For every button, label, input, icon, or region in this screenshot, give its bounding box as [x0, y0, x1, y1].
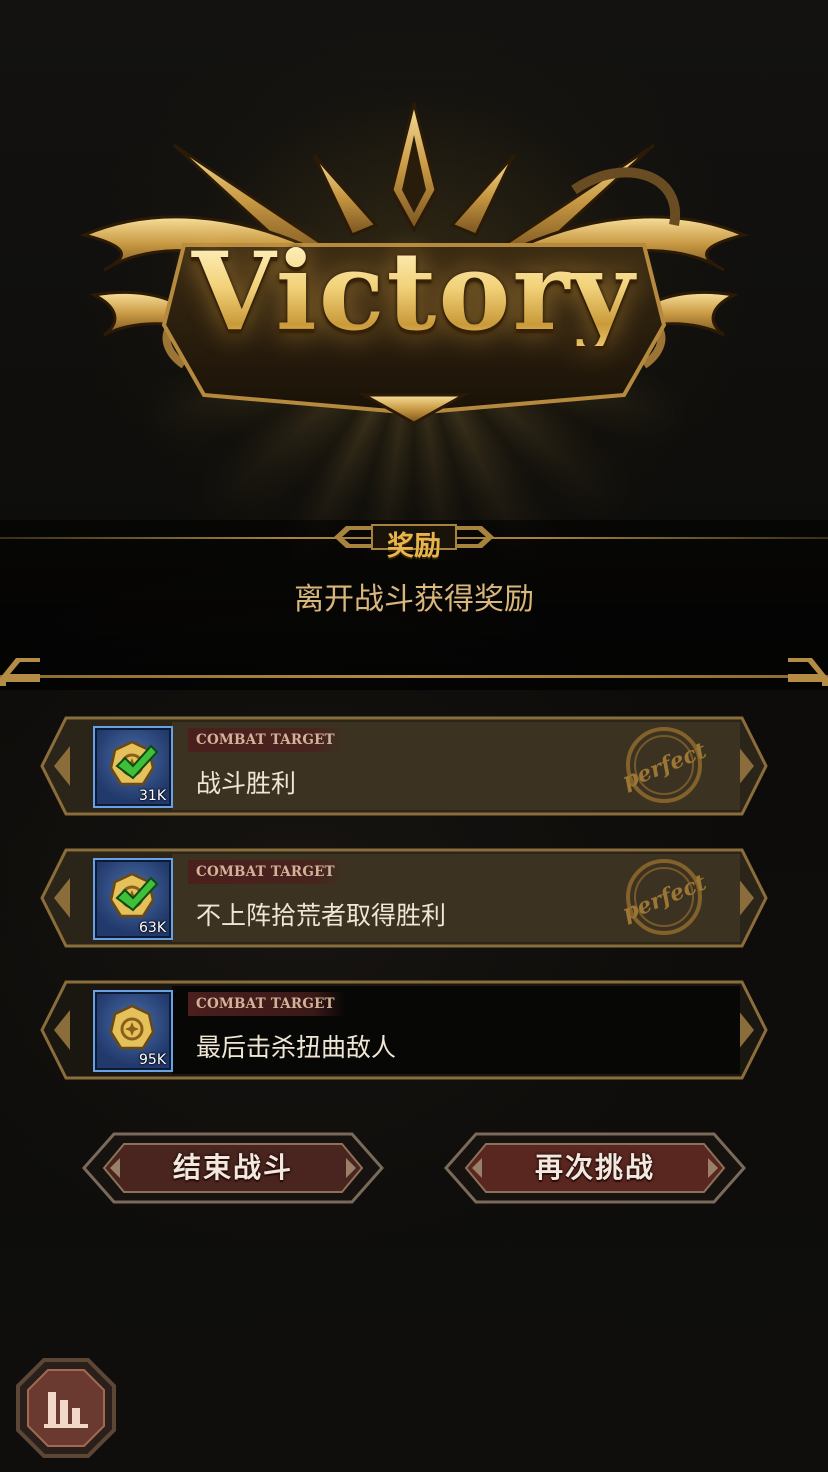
target-description: 最后击杀扭曲敌人 — [196, 1033, 397, 1062]
combat-target-row: 63K COMBAT TARGET 不上阵拾荒者取得胜利 perfect — [40, 848, 768, 948]
reward-count: 31K — [139, 788, 166, 804]
target-description: 不上阵拾荒者取得胜利 — [196, 901, 447, 930]
reward-title: 奖励 — [387, 531, 441, 562]
reward-item-slot[interactable]: 95K — [93, 990, 173, 1072]
combat-target-row: 31K COMBAT TARGET 战斗胜利 perfect — [40, 716, 768, 816]
reward-count: 95K — [139, 1052, 166, 1068]
check-mark-icon — [115, 744, 159, 780]
perfect-stamp: perfect — [619, 859, 710, 935]
target-description: 战斗胜利 — [196, 769, 297, 798]
right-corner-ornament — [788, 658, 828, 686]
combat-target-row: 95K COMBAT TARGET 最后击杀扭曲敌人 — [40, 980, 768, 1080]
left-corner-ornament — [0, 658, 40, 686]
band-divider-bottom — [0, 675, 828, 678]
gold-coin-icon — [109, 1004, 155, 1050]
victory-title: Victory — [0, 238, 828, 346]
victory-screen: Victory 奖励 离开战斗获得奖励 31K COMBAT TARGET 战斗… — [0, 0, 828, 1472]
retry-label: 再次挑战 — [534, 1151, 655, 1184]
check-mark-icon — [115, 876, 159, 912]
combat-target-tag: COMBAT TARGET — [188, 992, 345, 1016]
bar-chart-icon — [16, 1358, 116, 1458]
reward-subtitle: 离开战斗获得奖励 — [294, 582, 534, 617]
perfect-stamp: perfect — [619, 727, 710, 803]
combat-target-tag: COMBAT TARGET — [188, 860, 345, 884]
end-battle-button[interactable]: 结束战斗 — [80, 1128, 386, 1208]
reward-item-slot[interactable]: 63K — [93, 858, 173, 940]
retry-button[interactable]: 再次挑战 — [442, 1128, 748, 1208]
end-battle-label: 结束战斗 — [172, 1151, 293, 1184]
battle-stats-button[interactable] — [14, 1356, 118, 1460]
combat-target-tag: COMBAT TARGET — [188, 728, 345, 752]
reward-count: 63K — [139, 920, 166, 936]
reward-item-slot[interactable]: 31K — [93, 726, 173, 808]
